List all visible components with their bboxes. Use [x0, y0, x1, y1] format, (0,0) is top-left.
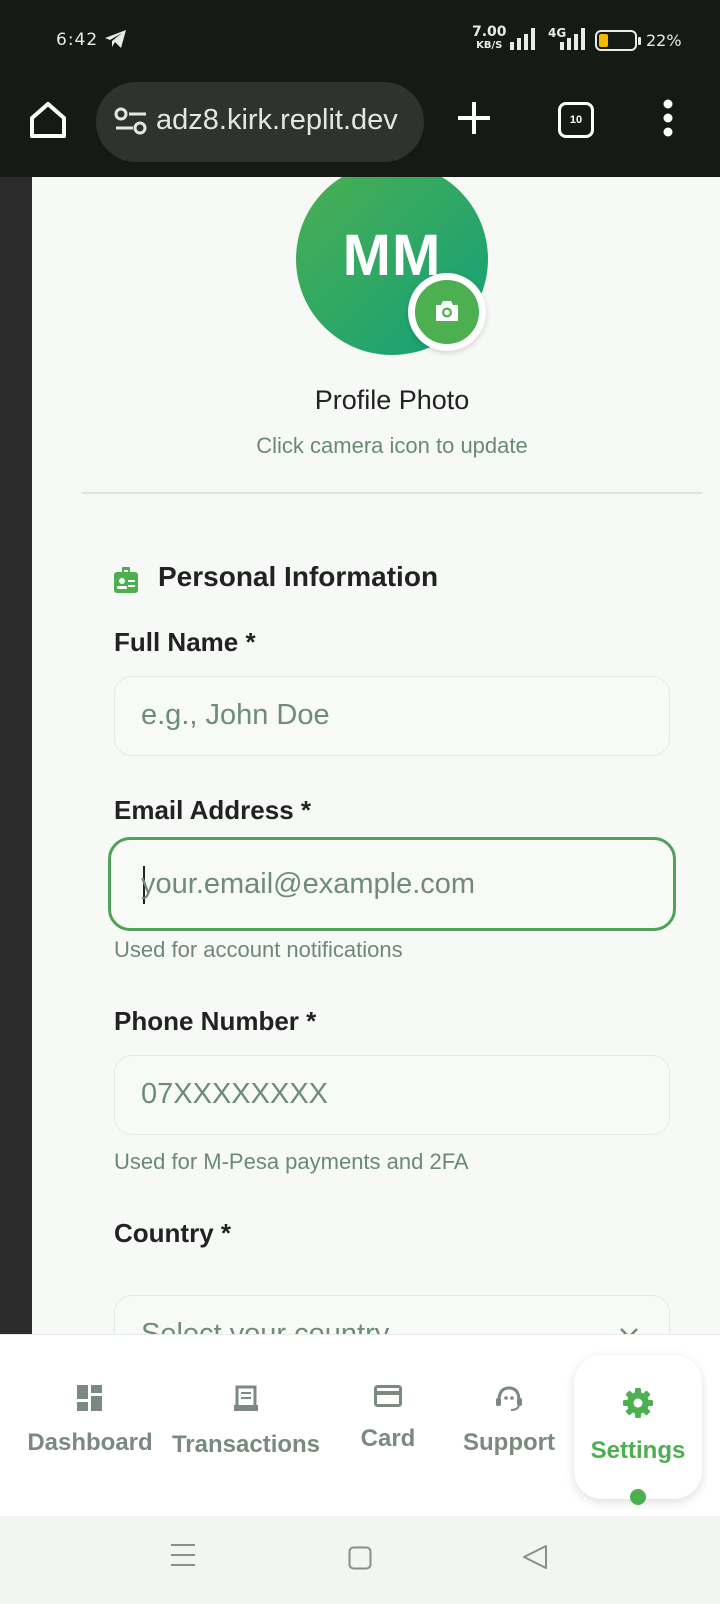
signal-icon-2 [560, 28, 588, 55]
browser-toolbar: adz8.kirk.replit.dev 10 [0, 80, 720, 177]
full-name-input[interactable] [141, 677, 641, 753]
gear-icon [623, 1388, 653, 1418]
nav-settings-label: Settings [590, 1437, 686, 1464]
network-speed: 7.00 KB/S [472, 24, 507, 51]
dashboard-icon [77, 1385, 102, 1411]
nav-card[interactable]: Card [340, 1385, 436, 1453]
system-nav-bar [0, 1516, 720, 1604]
country-select[interactable]: Select your country [114, 1295, 670, 1334]
telegram-icon [104, 28, 128, 55]
url-text[interactable]: adz8.kirk.replit.dev [156, 104, 398, 137]
signal-icon [510, 28, 540, 55]
full-name-field[interactable] [114, 676, 670, 756]
home-square-icon[interactable] [348, 1546, 372, 1575]
nav-transactions-label: Transactions [171, 1431, 321, 1458]
more-menu-icon[interactable] [662, 98, 674, 143]
email-field[interactable] [108, 837, 676, 931]
active-indicator [630, 1489, 646, 1505]
battery-percent: 22% [646, 31, 682, 50]
nav-settings[interactable]: Settings [574, 1355, 702, 1505]
nav-dashboard-label: Dashboard [27, 1429, 153, 1456]
phone-field[interactable] [114, 1055, 670, 1135]
side-panel-edge [0, 177, 32, 1334]
support-agent-icon [496, 1386, 522, 1411]
country-select-placeholder: Select your country [141, 1318, 390, 1334]
camera-icon [436, 301, 458, 321]
phone-input[interactable] [141, 1056, 641, 1132]
nav-card-label: Card [360, 1425, 416, 1452]
full-name-label: Full Name * [114, 627, 256, 657]
nav-dashboard[interactable]: Dashboard [24, 1385, 156, 1457]
nav-support[interactable]: Support [450, 1385, 568, 1457]
divider [82, 492, 702, 494]
battery-icon [595, 30, 641, 51]
receipt-icon [234, 1385, 258, 1411]
email-label: Email Address * [114, 795, 312, 825]
recent-apps-icon[interactable] [170, 1542, 196, 1573]
nav-support-label: Support [463, 1429, 555, 1456]
settings-page: MM Profile Photo Click camera icon to up… [0, 177, 720, 1334]
site-settings-icon[interactable] [114, 106, 148, 141]
id-badge-icon [114, 567, 138, 598]
phone-label: Phone Number * [114, 1006, 317, 1036]
change-photo-button[interactable] [408, 273, 486, 351]
profile-photo-title: Profile Photo [314, 385, 470, 415]
phone-hint: Used for M-Pesa payments and 2FA [114, 1149, 469, 1174]
email-hint: Used for account notifications [114, 937, 403, 962]
tab-switcher-icon[interactable]: 10 [558, 102, 594, 138]
status-bar: 6:42 7.00 KB/S 4G 22% [0, 0, 720, 80]
section-title: Personal Information [158, 561, 439, 592]
new-tab-icon[interactable] [454, 98, 494, 143]
profile-photo-subtitle: Click camera icon to update [256, 433, 528, 458]
country-label: Country * [114, 1218, 231, 1248]
bottom-nav: Dashboard Transactions Card Support Sett… [0, 1334, 720, 1516]
status-time: 6:42 [56, 30, 99, 50]
nav-transactions[interactable]: Transactions [166, 1385, 326, 1459]
address-bar[interactable]: adz8.kirk.replit.dev [96, 82, 424, 162]
home-icon[interactable] [26, 98, 70, 142]
chevron-down-icon [619, 1326, 639, 1334]
card-icon [374, 1385, 402, 1407]
email-input[interactable] [141, 840, 641, 928]
back-icon[interactable] [522, 1544, 548, 1575]
